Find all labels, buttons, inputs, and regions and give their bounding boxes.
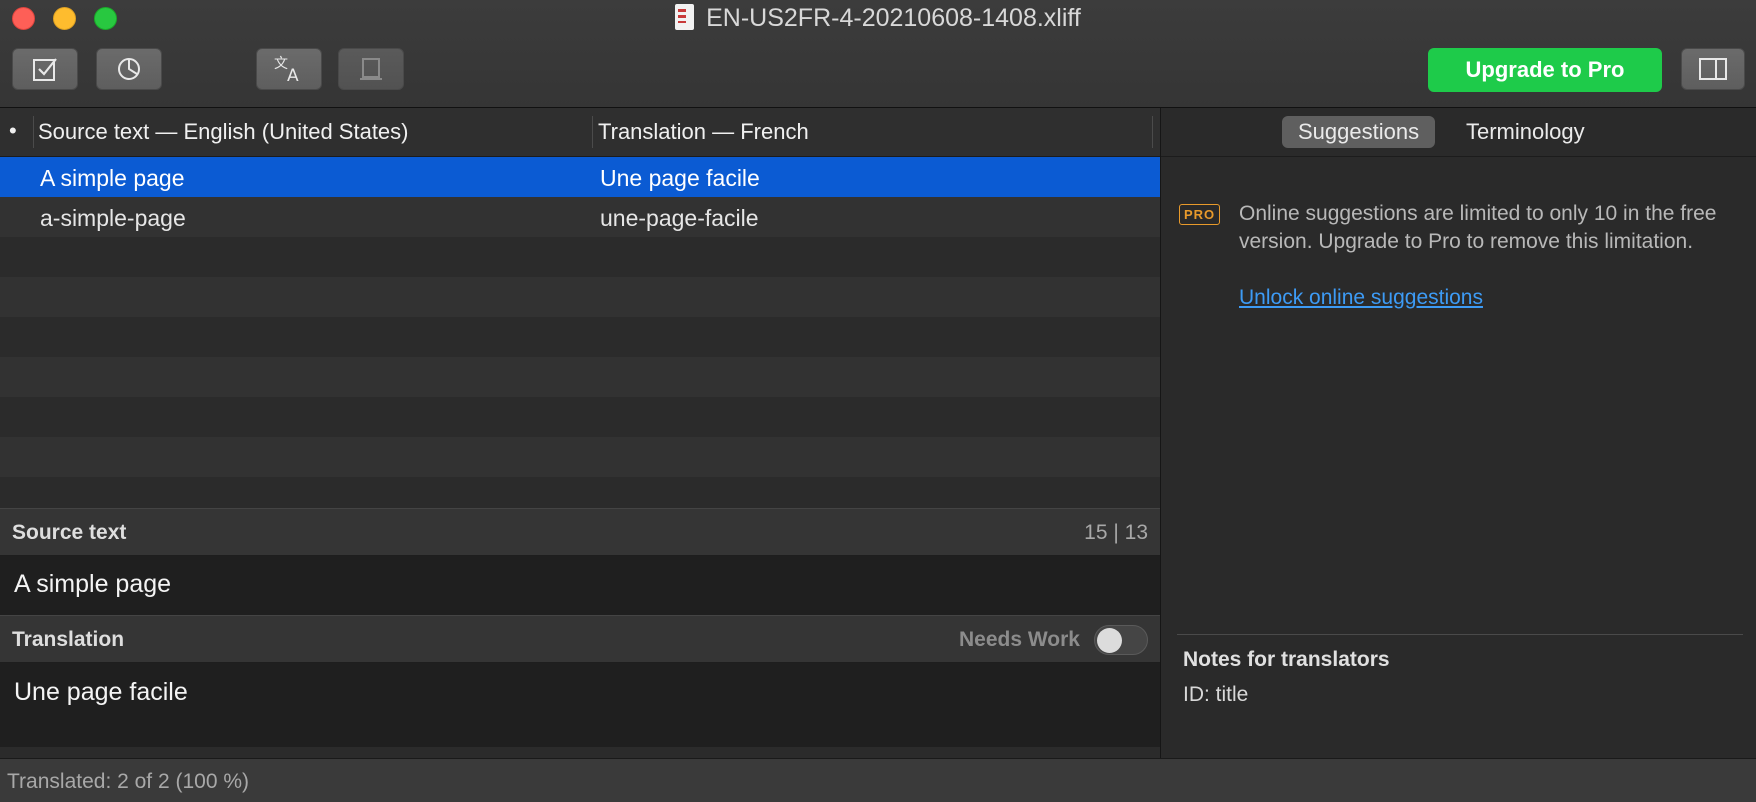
- needs-work-toggle[interactable]: [1094, 625, 1148, 655]
- tab-suggestions[interactable]: Suggestions: [1282, 116, 1436, 148]
- empty-row: [0, 397, 1160, 437]
- source-text: A simple page: [14, 570, 172, 598]
- row-translation-cell: Une page facile: [600, 165, 760, 191]
- upgrade-to-pro-button[interactable]: Upgrade to Pro: [1428, 48, 1662, 92]
- sidebar-toggle-icon: [1699, 58, 1727, 80]
- checkbox-icon: [33, 58, 57, 81]
- translation-editor[interactable]: Une page facile: [0, 663, 1160, 747]
- tab-terminology[interactable]: Terminology: [1450, 116, 1601, 148]
- row-translation-cell: une-page-facile: [600, 205, 759, 231]
- document-icon: [360, 58, 382, 80]
- empty-row: [0, 357, 1160, 397]
- statistics-button[interactable]: [96, 48, 162, 90]
- empty-row: [0, 317, 1160, 357]
- source-text-view[interactable]: A simple page: [0, 556, 1160, 615]
- character-count: 15 | 13: [1084, 521, 1148, 544]
- unlock-suggestions-link[interactable]: Unlock online suggestions: [1239, 286, 1483, 310]
- table-row[interactable]: a-simple-page une-page-facile: [0, 197, 1160, 237]
- toggle-knob: [1097, 628, 1122, 653]
- column-divider[interactable]: [1152, 116, 1153, 148]
- document-button[interactable]: [338, 48, 404, 90]
- translation-section-header: Translation Needs Work: [0, 615, 1160, 663]
- table-row[interactable]: A simple page Une page facile: [0, 157, 1160, 197]
- sidebar-toggle-button[interactable]: [1681, 48, 1745, 90]
- needs-work-label: Needs Work: [959, 628, 1080, 651]
- notes-id: ID: title: [1183, 683, 1249, 706]
- notes-title: Notes for translators: [1183, 648, 1390, 671]
- divider: [1177, 634, 1743, 635]
- pro-badge: PRO: [1179, 204, 1221, 225]
- column-divider[interactable]: [592, 116, 593, 148]
- row-source-cell: a-simple-page: [40, 205, 186, 231]
- pie-chart-icon: [118, 58, 140, 80]
- empty-row: [0, 277, 1160, 317]
- translate-icon: 文 A: [274, 56, 299, 84]
- source-section-header: Source text 15 | 13: [0, 508, 1160, 556]
- svg-text:文: 文: [274, 56, 288, 72]
- translated-count: Translated: 2 of 2 (100 %): [7, 770, 250, 793]
- window-title: EN-US2FR-4-20210608-1408.xliff: [0, 4, 1756, 33]
- suggestions-limit-message: Online suggestions are limited to only 1…: [1239, 202, 1717, 253]
- empty-row: [0, 477, 1160, 508]
- translation-column-header[interactable]: Translation — French: [598, 119, 809, 145]
- empty-row: [0, 437, 1160, 477]
- state-column-header[interactable]: •: [9, 118, 17, 144]
- title-toolbar: EN-US2FR-4-20210608-1408.xliff 文 A Upgra…: [0, 0, 1756, 108]
- column-divider[interactable]: [33, 116, 34, 148]
- table-header: • Source text — English (United States) …: [0, 108, 1160, 157]
- xliff-file-icon: [675, 4, 695, 30]
- window-title-text: EN-US2FR-4-20210608-1408.xliff: [706, 4, 1081, 32]
- translation-text: Une page facile: [14, 678, 188, 706]
- translate-button[interactable]: 文 A: [256, 48, 322, 90]
- sidebar-tabs: Suggestions Terminology: [1161, 108, 1756, 157]
- source-section-label: Source text: [12, 521, 127, 544]
- inspector-sidebar: Suggestions Terminology PRO Online sugge…: [1160, 108, 1756, 758]
- svg-text:A: A: [287, 66, 299, 84]
- source-column-header[interactable]: Source text — English (United States): [38, 119, 409, 145]
- translation-section-label: Translation: [12, 628, 125, 651]
- translation-panel: • Source text — English (United States) …: [0, 108, 1160, 758]
- review-button[interactable]: [12, 48, 78, 90]
- empty-row: [0, 237, 1160, 277]
- status-bar: Translated: 2 of 2 (100 %): [0, 758, 1756, 802]
- row-source-cell: A simple page: [40, 165, 185, 191]
